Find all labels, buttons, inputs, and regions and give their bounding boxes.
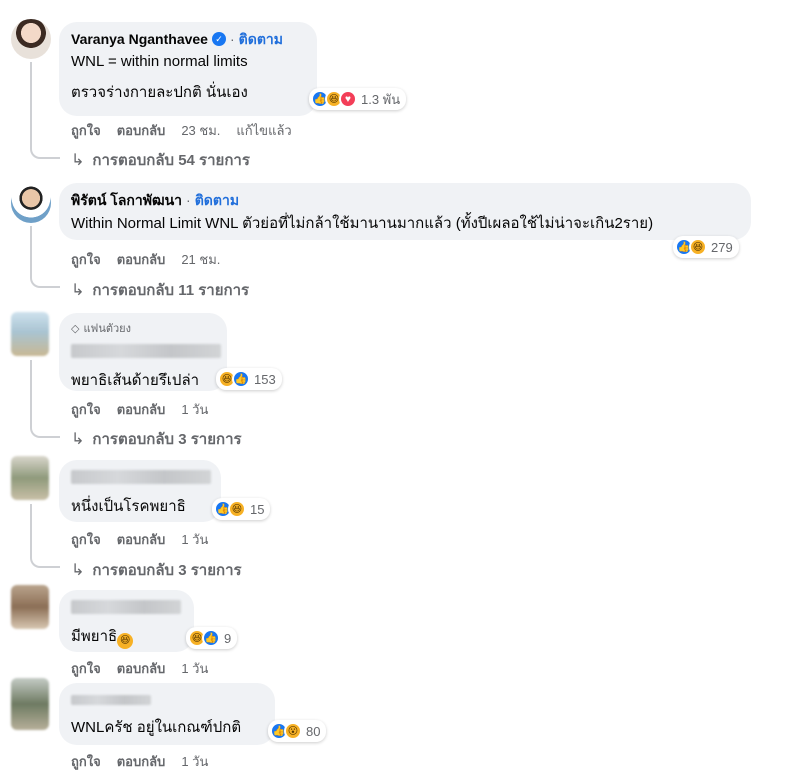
like-button[interactable]: ถูกใจ	[71, 120, 101, 141]
comment-bubble: Varanya Nganthavee ✓ · ติดตาม WNL = with…	[59, 22, 317, 116]
reaction-summary[interactable]: 👍 😆 15	[212, 498, 271, 520]
reaction-summary[interactable]: 😆 👍 9	[186, 627, 238, 649]
view-replies-button[interactable]: ↳ การตอบกลับ 3 รายการ	[71, 427, 242, 451]
laughing-emoji-icon: 😆	[117, 633, 134, 649]
reaction-summary[interactable]: 😆 👍 153	[216, 368, 282, 390]
comment-text-line: WNLครัช อยู่ในเกณฑ์ปกติ	[71, 719, 242, 736]
top-fan-badge: ◇ แฟนตัวยง	[71, 321, 215, 337]
comment-text-line: พยาธิเส้นด้ายรึเปล่า	[71, 372, 200, 389]
reply-button[interactable]: ตอบกลับ	[117, 399, 166, 420]
replies-label: การตอบกลับ 11 รายการ	[92, 282, 250, 299]
reply-button[interactable]: ตอบกลับ	[117, 751, 166, 771]
avatar[interactable]	[11, 585, 49, 629]
reaction-count: 80	[306, 723, 321, 739]
reply-arrow-icon: ↳	[71, 282, 85, 299]
avatar[interactable]	[11, 312, 49, 356]
comment-text-line: ตรวจร่างกายละปกติ นั่นเอง	[71, 84, 248, 101]
replies-label: การตอบกลับ 3 รายการ	[92, 562, 242, 579]
comment-text-line: มีพยาธิ 😆	[71, 626, 182, 649]
thread-connector	[30, 504, 60, 568]
comment-text-line: WNL = within normal limits	[71, 53, 248, 70]
comment-bubble: WNLครัช อยู่ในเกณฑ์ปกติ	[59, 683, 275, 745]
reply-arrow-icon: ↳	[71, 152, 85, 169]
comment-text-line: หนึ่งเป็นโรคพยาธิ	[71, 498, 186, 515]
avatar[interactable]	[11, 678, 49, 730]
timestamp[interactable]: 1 วัน	[181, 658, 208, 679]
reply-button[interactable]: ตอบกลับ	[117, 120, 166, 141]
thread-connector	[30, 226, 60, 288]
timestamp[interactable]: 1 วัน	[181, 529, 208, 550]
author-name[interactable]: Varanya Nganthavee	[71, 30, 208, 48]
thread-connector	[30, 62, 60, 159]
comment-text: มีพยาธิ	[71, 628, 118, 645]
diamond-icon: ◇	[71, 323, 80, 335]
like-icon: 👍	[202, 629, 220, 647]
timestamp[interactable]: 23 ชม.	[181, 120, 220, 141]
top-fan-label: แฟนตัวยง	[83, 323, 132, 335]
separator: ·	[229, 31, 235, 47]
like-button[interactable]: ถูกใจ	[71, 529, 101, 550]
wow-icon: 😮	[284, 722, 302, 740]
reaction-count: 153	[254, 371, 276, 387]
reaction-count: 15	[250, 501, 265, 517]
like-button[interactable]: ถูกใจ	[71, 249, 101, 270]
reply-button[interactable]: ตอบกลับ	[117, 658, 166, 679]
comment-bubble: มีพยาธิ 😆	[59, 590, 194, 652]
like-button[interactable]: ถูกใจ	[71, 399, 101, 420]
haha-icon: 😆	[689, 238, 707, 256]
reaction-summary[interactable]: 👍 😆 279	[673, 236, 739, 258]
hidden-author-name	[71, 344, 221, 358]
like-icon: 👍	[232, 370, 250, 388]
reply-arrow-icon: ↳	[71, 431, 85, 448]
comment-bubble: ◇ แฟนตัวยง พยาธิเส้นด้ายรึเปล่า	[59, 313, 227, 391]
reply-arrow-icon: ↳	[71, 562, 85, 579]
reply-button[interactable]: ตอบกลับ	[117, 249, 166, 270]
replies-label: การตอบกลับ 54 รายการ	[92, 152, 250, 169]
edited-label: แก้ไขแล้ว	[236, 123, 292, 138]
follow-link[interactable]: ติดตาม	[239, 30, 283, 48]
comment-bubble: หนึ่งเป็นโรคพยาธิ	[59, 460, 221, 522]
view-replies-button[interactable]: ↳ การตอบกลับ 11 รายการ	[71, 278, 249, 302]
like-button[interactable]: ถูกใจ	[71, 658, 101, 679]
hidden-author-name	[71, 470, 211, 484]
hidden-author-name	[71, 600, 181, 614]
comment-bubble: พิรัตน์ โลกาพัฒนา · ติดตาม Within Normal…	[59, 183, 751, 240]
view-replies-button[interactable]: ↳ การตอบกลับ 54 รายการ	[71, 148, 250, 172]
reaction-count: 1.3 พัน	[361, 91, 401, 107]
reaction-summary[interactable]: 👍 😮 80	[268, 720, 327, 742]
timestamp[interactable]: 21 ชม.	[181, 249, 220, 270]
haha-icon: 😆	[228, 500, 246, 518]
avatar[interactable]	[11, 183, 51, 223]
timestamp[interactable]: 1 วัน	[181, 399, 208, 420]
reaction-count: 9	[224, 630, 232, 646]
avatar[interactable]	[11, 456, 49, 500]
love-icon: ♥	[339, 90, 357, 108]
view-replies-button[interactable]: ↳ การตอบกลับ 3 รายการ	[71, 558, 242, 582]
avatar[interactable]	[11, 19, 51, 59]
author-name[interactable]: พิรัตน์ โลกาพัฒนา	[71, 191, 182, 209]
separator: ·	[186, 192, 191, 208]
reply-button[interactable]: ตอบกลับ	[117, 529, 166, 550]
verified-badge-icon: ✓	[211, 32, 226, 46]
replies-label: การตอบกลับ 3 รายการ	[92, 431, 242, 448]
hidden-author-name	[71, 695, 151, 705]
comment-text-line: Within Normal Limit WNL ตัวย่อที่ไม่กล้า…	[71, 215, 654, 232]
reaction-summary[interactable]: 👍 😆 ♥ 1.3 พัน	[309, 88, 407, 110]
timestamp[interactable]: 1 วัน	[181, 751, 208, 771]
reaction-count: 279	[711, 239, 733, 255]
like-button[interactable]: ถูกใจ	[71, 751, 101, 771]
thread-connector	[30, 360, 60, 438]
follow-link[interactable]: ติดตาม	[195, 191, 239, 209]
